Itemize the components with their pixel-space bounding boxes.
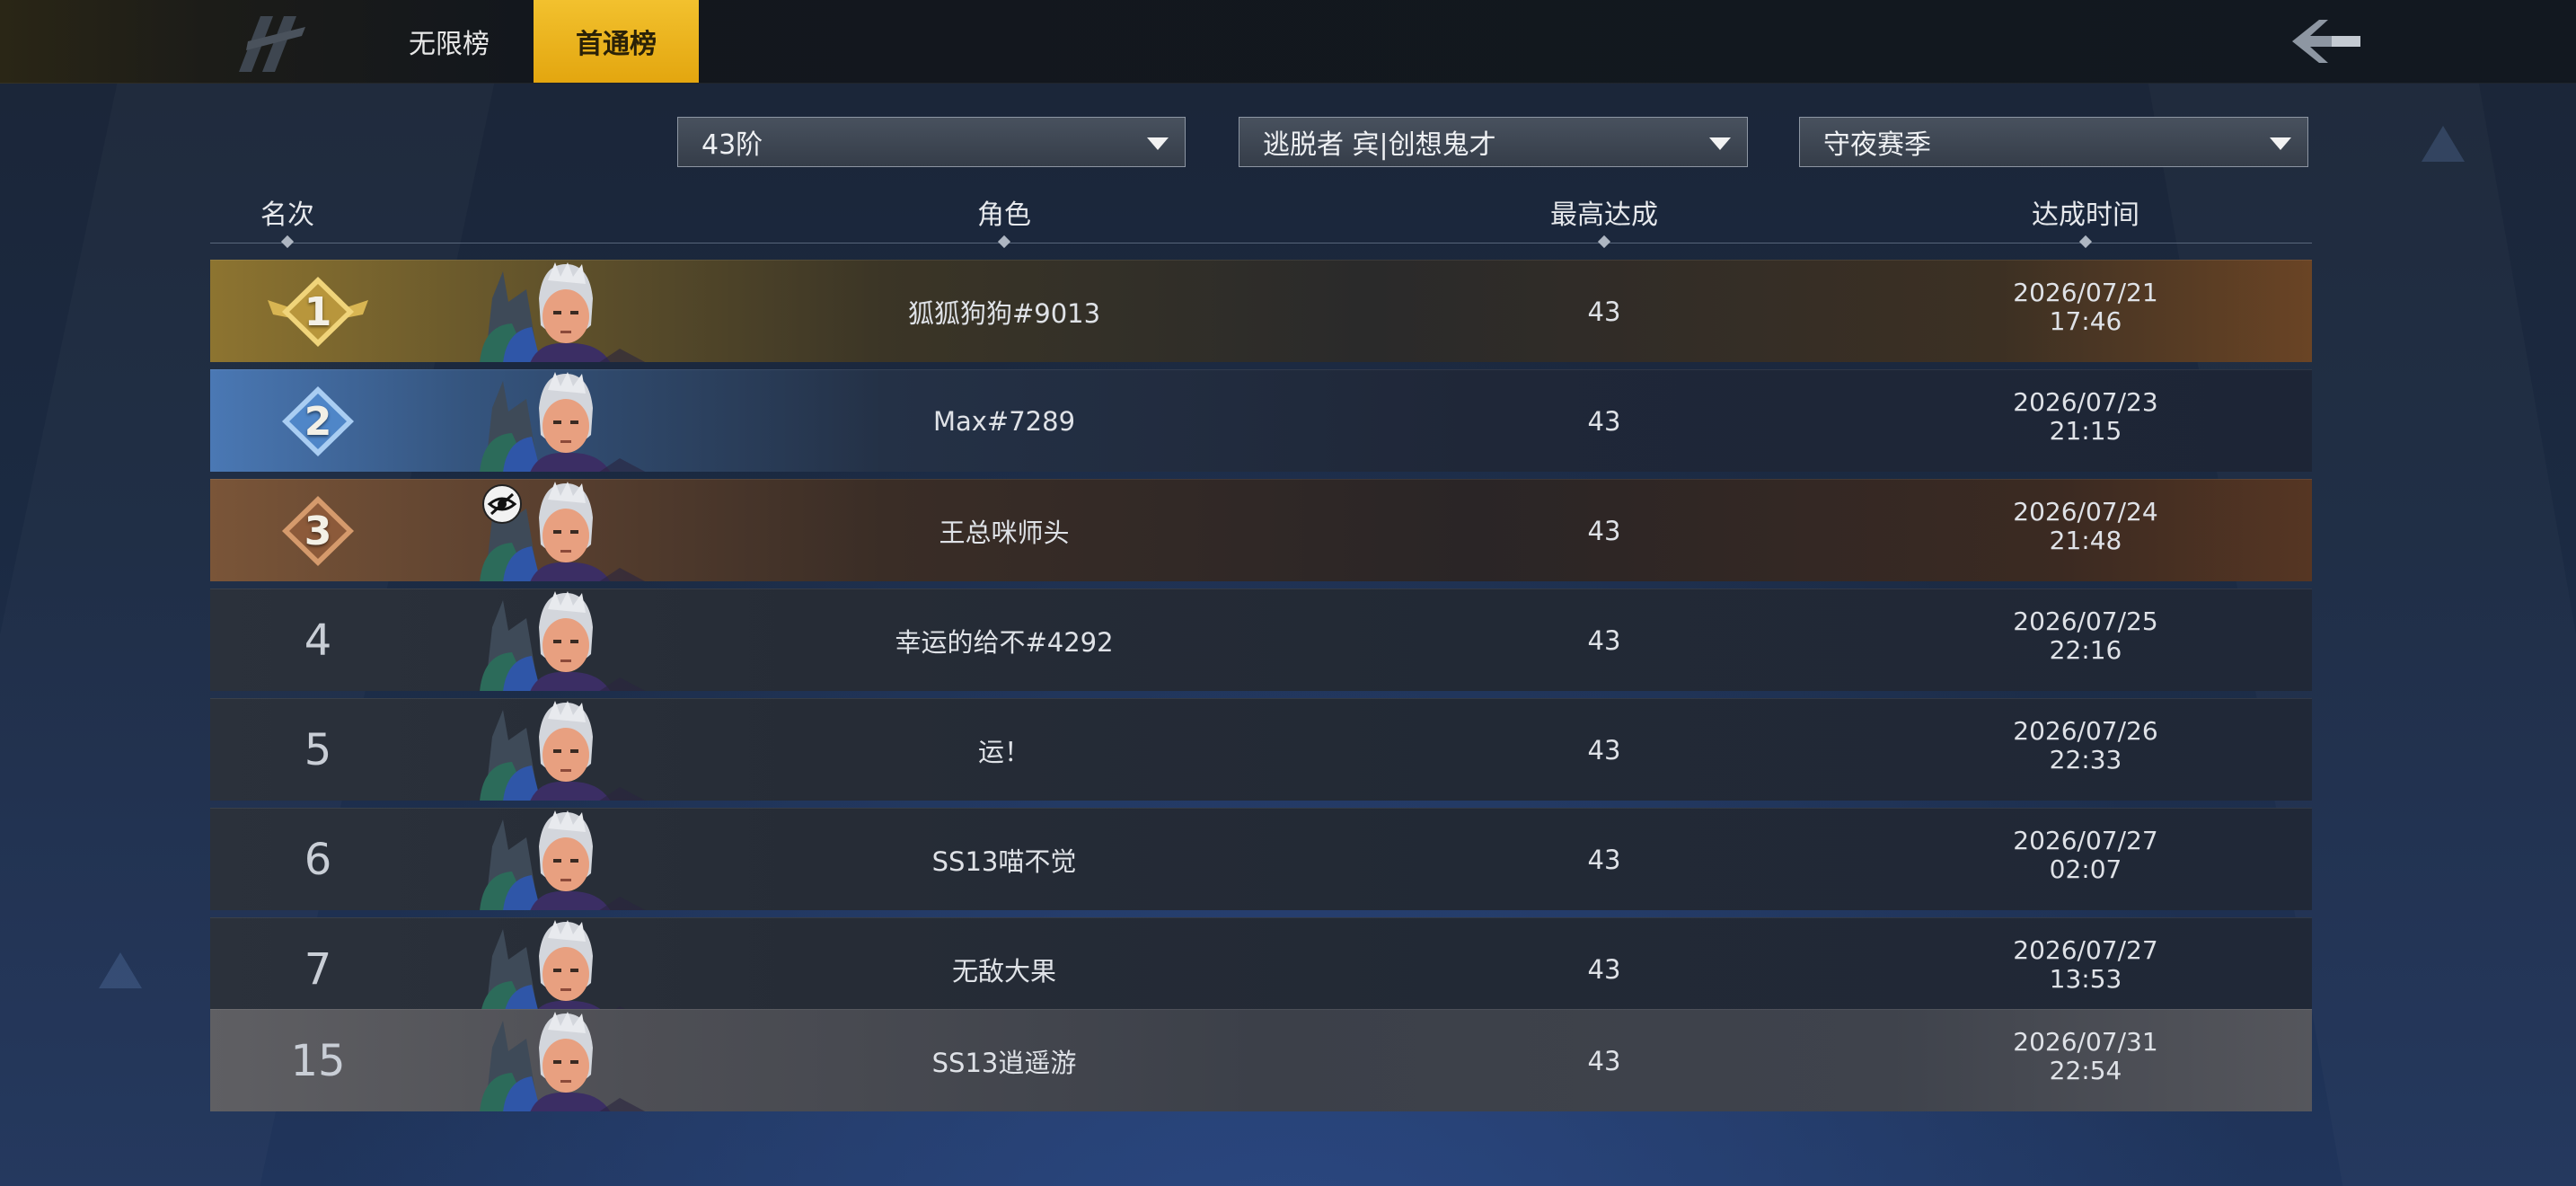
header-diamond bbox=[1597, 235, 1611, 249]
table-header: 名次 角色 最高达成 达成时间 bbox=[210, 192, 2312, 249]
character-avatar bbox=[480, 1012, 646, 1111]
chevron-down-icon bbox=[2270, 137, 2291, 150]
best-score: 43 bbox=[1587, 296, 1621, 327]
best-score: 43 bbox=[1587, 516, 1621, 546]
player-name: Max#7289 bbox=[932, 406, 1076, 437]
achieved-clock: 21:15 bbox=[2049, 416, 2122, 446]
column-header-time: 达成时间 bbox=[2032, 199, 2139, 231]
character-avatar bbox=[480, 262, 646, 362]
achieved-time: 2026/07/27 13:53 bbox=[1987, 936, 2184, 994]
player-name: 王总咪师头 bbox=[939, 518, 1070, 548]
player-name: 无敌大果 bbox=[951, 956, 1057, 987]
best-score: 43 bbox=[1587, 1046, 1621, 1076]
achieved-clock: 22:33 bbox=[2049, 745, 2122, 774]
top-bar: 无限榜 首通榜 bbox=[0, 0, 2576, 84]
achieved-clock: 13:53 bbox=[2049, 964, 2122, 994]
achieved-time: 2026/07/25 22:16 bbox=[1987, 607, 2184, 665]
leaderboard-screen: 无限榜 首通榜 43阶 逃脱者 宾|创想鬼才 守夜赛季 名次 角色 最高达成 达… bbox=[0, 0, 2576, 1186]
best-score: 43 bbox=[1587, 406, 1621, 437]
player-name: 狐狐狗狗#9013 bbox=[907, 298, 1101, 329]
player-name: SS13喵不觉 bbox=[931, 846, 1077, 877]
character-avatar bbox=[480, 591, 646, 691]
tab-first-clear-ranking[interactable]: 首通榜 bbox=[534, 0, 699, 83]
season-select-value: 守夜赛季 bbox=[1823, 129, 1931, 161]
role-select-value: 逃脱者 宾|创想鬼才 bbox=[1263, 129, 1496, 161]
achieved-time: 2026/07/21 17:46 bbox=[1987, 279, 2184, 336]
level-select-value: 43阶 bbox=[701, 129, 763, 161]
table-row[interactable]: 7 无敌大果 43 2026/07/27 13:53 bbox=[210, 917, 2312, 1020]
rank-number: 2 bbox=[304, 398, 332, 445]
table-row[interactable]: 6 SS13喵不觉 43 2026/07/27 02:07 bbox=[210, 808, 2312, 910]
back-arrow-icon[interactable] bbox=[2289, 16, 2364, 66]
achieved-date: 2026/07/31 bbox=[2013, 1027, 2158, 1057]
achieved-time: 2026/07/26 22:33 bbox=[1987, 717, 2184, 774]
achieved-time: 2026/07/24 21:48 bbox=[1987, 498, 2184, 555]
table-row[interactable]: 3 王总咪师头 43 2026/07/24 21:48 bbox=[210, 479, 2312, 581]
player-name: 幸运的给不#4292 bbox=[895, 627, 1114, 658]
player-name: SS13逍遥游 bbox=[931, 1048, 1077, 1078]
table-row[interactable]: 15 SS13逍遥游 43 2026/07/31 22:54 bbox=[210, 1009, 2312, 1111]
character-avatar bbox=[480, 920, 646, 1020]
game-logo-icon bbox=[239, 16, 305, 72]
table-row[interactable]: 5 运！ 43 2026/07/26 22:33 bbox=[210, 698, 2312, 801]
achieved-date: 2026/07/21 bbox=[2013, 278, 2158, 307]
achieved-date: 2026/07/25 bbox=[2013, 606, 2158, 636]
tab-infinite-ranking[interactable]: 无限榜 bbox=[377, 0, 521, 83]
bg-triangle bbox=[2422, 126, 2465, 162]
eye-hidden-icon bbox=[482, 484, 522, 524]
header-diamond bbox=[997, 235, 1011, 249]
rank-number: 1 bbox=[304, 288, 332, 335]
table-row[interactable]: 1 狐狐狗狗#9013 43 2026/07/21 17:46 bbox=[210, 260, 2312, 362]
rank-number: 3 bbox=[304, 508, 332, 554]
chevron-down-icon bbox=[1147, 137, 1169, 150]
bg-triangle bbox=[99, 952, 142, 988]
best-score: 43 bbox=[1587, 954, 1621, 985]
best-score: 43 bbox=[1587, 735, 1621, 766]
achieved-clock: 17:46 bbox=[2049, 306, 2122, 336]
level-select[interactable]: 43阶 bbox=[677, 117, 1186, 167]
achieved-clock: 21:48 bbox=[2049, 526, 2122, 555]
achieved-date: 2026/07/26 bbox=[2013, 716, 2158, 746]
role-select[interactable]: 逃脱者 宾|创想鬼才 bbox=[1239, 117, 1748, 167]
column-header-rank: 名次 bbox=[260, 199, 314, 231]
achieved-clock: 22:54 bbox=[2049, 1056, 2122, 1085]
achieved-clock: 22:16 bbox=[2049, 635, 2122, 665]
best-score: 43 bbox=[1587, 625, 1621, 656]
rank-number: 5 bbox=[304, 725, 332, 775]
rank-number: 7 bbox=[304, 944, 332, 995]
achieved-clock: 02:07 bbox=[2049, 854, 2122, 884]
season-select[interactable]: 守夜赛季 bbox=[1799, 117, 2308, 167]
achieved-time: 2026/07/23 21:15 bbox=[1987, 388, 2184, 446]
character-avatar bbox=[480, 701, 646, 801]
achieved-time: 2026/07/31 22:54 bbox=[1987, 1028, 2184, 1085]
rank-number: 4 bbox=[304, 615, 332, 666]
achieved-date: 2026/07/24 bbox=[2013, 497, 2158, 527]
best-score: 43 bbox=[1587, 845, 1621, 875]
character-avatar bbox=[480, 372, 646, 472]
achieved-date: 2026/07/27 bbox=[2013, 826, 2158, 855]
character-avatar bbox=[480, 810, 646, 910]
rank-number: 15 bbox=[290, 1036, 346, 1086]
achieved-date: 2026/07/23 bbox=[2013, 387, 2158, 417]
player-name: 运！ bbox=[977, 737, 1031, 767]
achieved-time: 2026/07/27 02:07 bbox=[1987, 827, 2184, 884]
header-diamond bbox=[2078, 235, 2093, 249]
table-row[interactable]: 4 幸运的给不#4292 43 2026/07/25 22:16 bbox=[210, 589, 2312, 691]
achieved-date: 2026/07/27 bbox=[2013, 935, 2158, 965]
column-header-role: 角色 bbox=[977, 199, 1031, 231]
chevron-down-icon bbox=[1709, 137, 1731, 150]
rank-number: 6 bbox=[304, 835, 332, 885]
table-row[interactable]: 2 Max#7289 43 2026/07/23 21:15 bbox=[210, 369, 2312, 472]
column-header-best: 最高达成 bbox=[1550, 199, 1658, 231]
